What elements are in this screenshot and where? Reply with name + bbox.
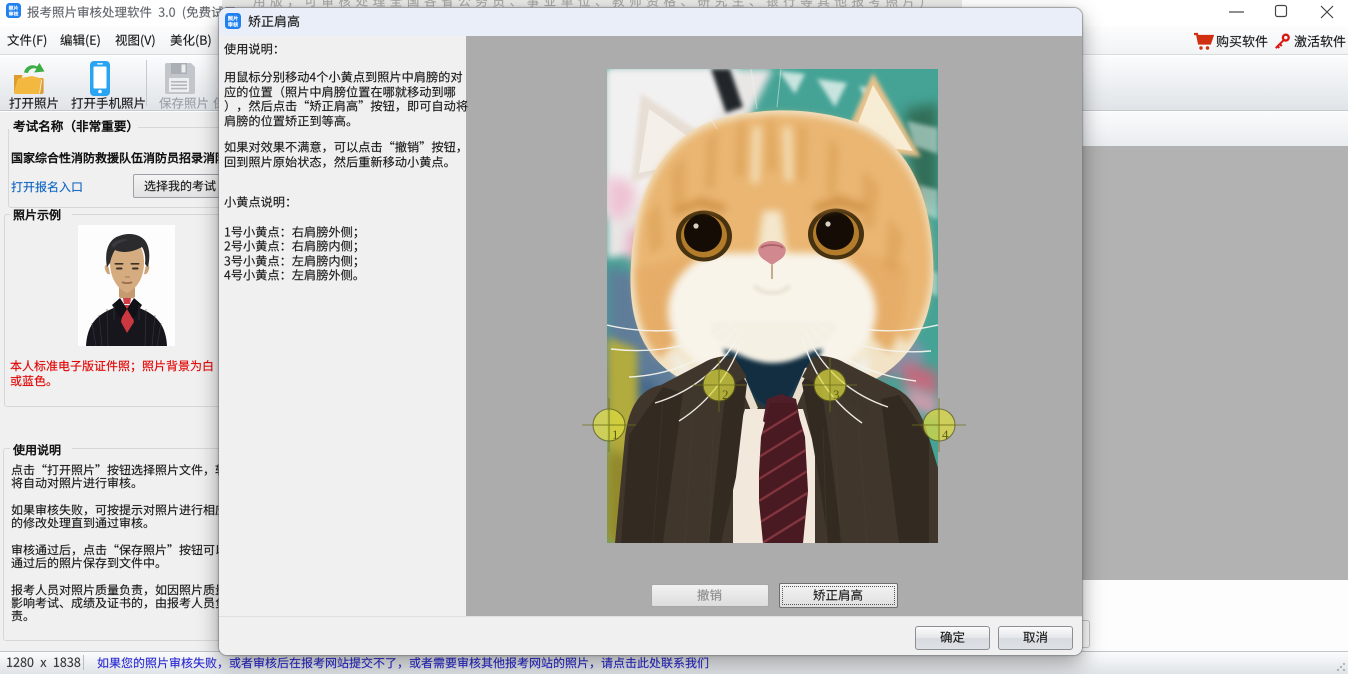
- svg-text:2: 2: [722, 387, 729, 402]
- svg-text:4: 4: [942, 427, 949, 442]
- svg-text:3: 3: [833, 387, 840, 402]
- svg-text:1: 1: [612, 427, 619, 442]
